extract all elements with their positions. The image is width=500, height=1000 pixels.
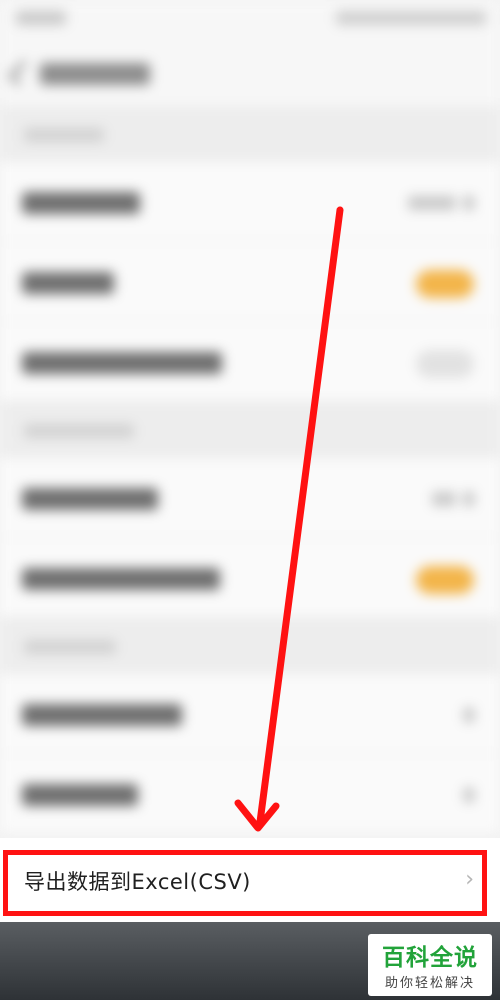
toggle-switch-off[interactable] xyxy=(416,350,474,378)
settings-row-3[interactable] xyxy=(0,322,500,402)
row-value-blurred xyxy=(432,492,456,506)
section-title-blurred xyxy=(24,424,134,438)
section-title-blurred xyxy=(24,128,104,142)
section-header-2 xyxy=(0,402,500,458)
settings-row-6[interactable] xyxy=(0,674,500,754)
row-label-blurred xyxy=(22,704,182,726)
settings-row-2[interactable] xyxy=(0,242,500,322)
settings-row-1[interactable] xyxy=(0,162,500,242)
section-title-blurred xyxy=(24,640,116,654)
toggle-switch-on[interactable] xyxy=(416,270,474,298)
chevron-right-icon xyxy=(464,788,474,802)
status-icons-blurred xyxy=(336,11,486,25)
chevron-right-icon xyxy=(464,492,474,506)
row-label-blurred xyxy=(22,352,222,374)
toggle-switch-on[interactable] xyxy=(416,566,474,594)
row-label-blurred xyxy=(22,784,138,806)
page-title-blurred xyxy=(40,63,150,85)
row-value-blurred xyxy=(408,196,456,210)
chevron-right-icon xyxy=(464,708,474,722)
row-label-blurred xyxy=(22,488,158,510)
title-bar xyxy=(0,40,500,106)
status-bar xyxy=(0,0,500,40)
watermark-subtitle: 助你轻松解决 xyxy=(384,976,475,991)
settings-row-7[interactable] xyxy=(0,754,500,834)
section-header-1 xyxy=(0,106,500,162)
settings-screen: 导出数据到Excel(CSV) › 百科全说 助你轻松解决 xyxy=(0,0,500,1000)
row-label-blurred xyxy=(22,272,114,294)
chevron-right-icon xyxy=(464,196,474,210)
row-label-blurred xyxy=(22,192,140,214)
settings-row-5[interactable] xyxy=(0,538,500,618)
watermark-title: 百科全说 xyxy=(382,945,478,971)
highlight-box xyxy=(3,850,487,916)
row-label-blurred xyxy=(22,568,220,590)
blurred-settings-region xyxy=(0,0,500,838)
settings-row-4[interactable] xyxy=(0,458,500,538)
section-header-3 xyxy=(0,618,500,674)
status-time-blurred xyxy=(16,11,66,25)
watermark-logo: 百科全说 助你轻松解决 xyxy=(368,934,492,996)
back-arrow-icon[interactable] xyxy=(8,60,34,86)
